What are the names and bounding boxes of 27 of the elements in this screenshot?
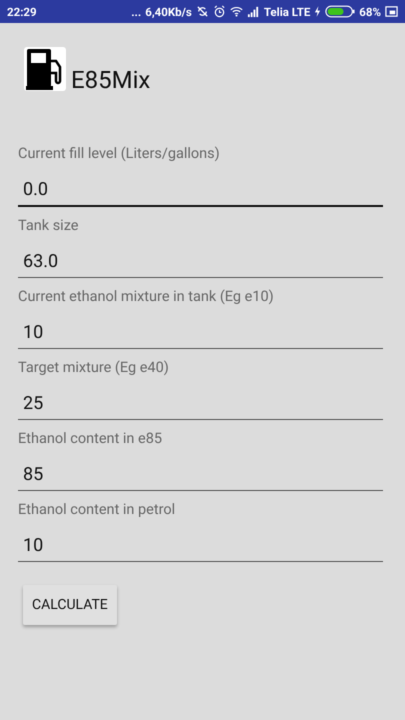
wifi-icon — [230, 5, 243, 18]
clock-time: 22:29 — [7, 4, 37, 18]
field-label: Current ethanol mixture in tank (Eg e10) — [18, 287, 275, 307]
field-label: Tank size — [18, 216, 80, 236]
field-label: Ethanol content in petrol — [18, 500, 176, 520]
input-field[interactable]: 63.0 — [18, 245, 383, 278]
input-field[interactable]: 10 — [18, 316, 383, 349]
signal-icon — [246, 5, 260, 18]
battery-icon — [325, 5, 356, 18]
field-label: Target mixture (Eg e40) — [18, 358, 170, 378]
more-notifications: ... — [131, 4, 142, 18]
sync-off-icon — [196, 5, 209, 18]
alarm-icon — [212, 5, 226, 18]
app-title: E85Mix — [71, 68, 150, 92]
fuel-pump-icon — [24, 47, 66, 91]
battery-percent: 68% — [359, 4, 381, 18]
input-field[interactable]: 10 — [18, 529, 383, 562]
field-label: Ethanol content in e85 — [18, 429, 164, 449]
input-field[interactable]: 25 — [18, 387, 383, 420]
screen-icon — [385, 5, 398, 18]
charging-icon — [314, 5, 322, 18]
carrier-name: Telia LTE — [264, 4, 310, 18]
calculate-button[interactable]: CALCULATE — [23, 585, 117, 625]
field-label: Current fill level (Liters/gallons) — [18, 144, 221, 164]
network-speed: 6,40Kb/s — [145, 4, 192, 18]
input-field[interactable]: 85 — [18, 458, 383, 491]
input-field[interactable]: 0.0 — [18, 173, 383, 207]
